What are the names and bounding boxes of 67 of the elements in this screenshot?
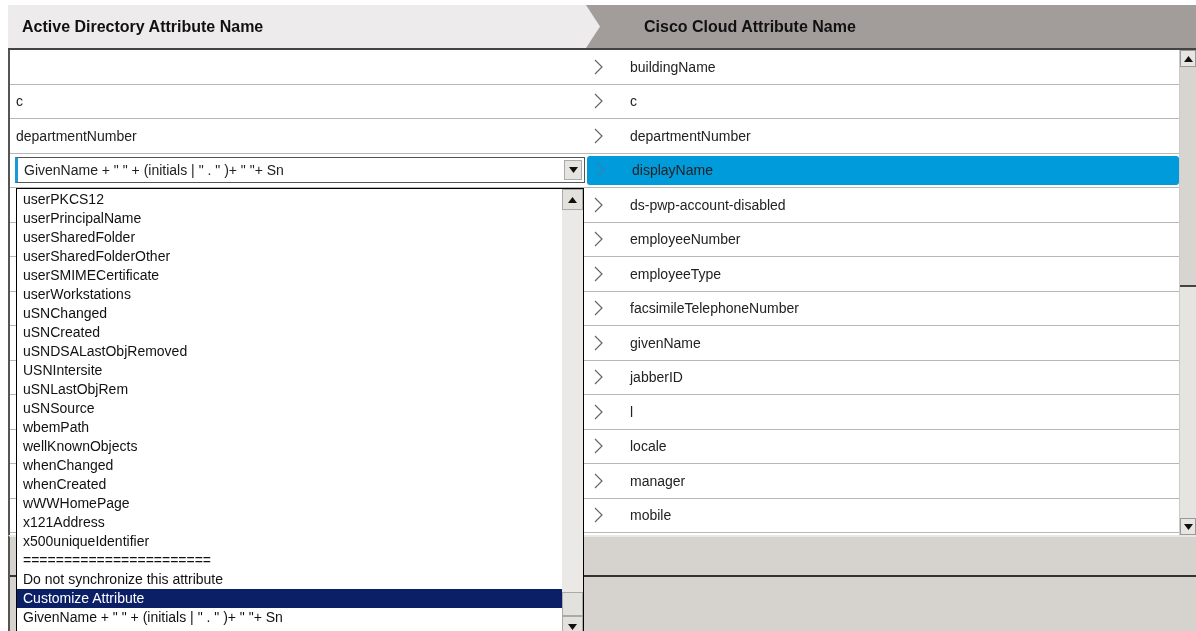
dropdown-option[interactable]: wWWHomePage (17, 494, 562, 513)
cloud-attribute: employeeNumber (630, 231, 741, 248)
dropdown-option[interactable]: whenChanged (17, 456, 562, 475)
cloud-column-header: Cisco Cloud Attribute Name (643, 17, 856, 36)
chevron-icon (594, 438, 604, 455)
dropdown-option[interactable]: Do not synchronize this attribute (17, 570, 562, 589)
dropdown-option[interactable]: userSharedFolder (17, 228, 562, 247)
chevron-icon (594, 369, 604, 386)
chevron-icon (594, 58, 604, 75)
chevron-icon (594, 196, 604, 213)
chevron-icon (596, 162, 606, 179)
dropdown-option[interactable]: userPrincipalName (17, 209, 562, 228)
chevron-icon (594, 231, 604, 248)
scroll-thumb[interactable] (1180, 67, 1196, 287)
dropdown-option[interactable]: uSNCreated (17, 323, 562, 342)
chevron-icon (594, 334, 604, 351)
selected-row-highlight[interactable]: displayName (587, 155, 1179, 185)
chevron-icon (594, 472, 604, 489)
chevron-icon (594, 507, 604, 524)
cloud-attribute: ds-pwp-account-disabled (630, 196, 786, 213)
scrollbar[interactable] (1179, 50, 1196, 535)
dropdown-option[interactable]: userPKCS12 (17, 190, 562, 209)
cloud-attribute: c (630, 93, 637, 110)
scroll-up-icon (1183, 55, 1193, 62)
scroll-down-icon (1183, 523, 1193, 530)
dropdown-option[interactable]: GivenName + " " + (initials | " . " )+ " "+ Sn (17, 608, 562, 627)
scroll-thumb[interactable] (562, 592, 583, 616)
dropdown-option[interactable]: Customize Attribute (17, 589, 562, 608)
ad-attribute: departmentNumber (16, 127, 137, 144)
dropdown-option[interactable]: uSNDSALastObjRemoved (17, 342, 562, 361)
cloud-attribute: locale (630, 438, 667, 455)
dropdown-option[interactable]: uSNChanged (17, 304, 562, 323)
caret-down-icon (568, 167, 578, 174)
dropdown-option[interactable]: ======================= (17, 551, 562, 570)
dropdown-option[interactable]: uSNLastObjRem (17, 380, 562, 399)
attribute-combo[interactable]: GivenName + " " + (initials | " . " )+ " "+ Sn (15, 157, 585, 184)
scroll-down-icon (568, 623, 577, 630)
dropdown-option[interactable]: whenCreated (17, 475, 562, 494)
dropdown-option[interactable]: userSharedFolderOther (17, 247, 562, 266)
cloud-attribute: givenName (630, 334, 701, 351)
cloud-attribute: displayName (632, 162, 713, 179)
dropdown-option[interactable]: USNIntersite (17, 361, 562, 380)
dropdown-option[interactable]: wellKnownObjects (17, 437, 562, 456)
dropdown-option[interactable]: x121Address (17, 513, 562, 532)
cloud-attribute: buildingName (630, 58, 716, 75)
cloud-attribute: facsimileTelephoneNumber (630, 300, 799, 317)
list-scrollbar[interactable] (562, 189, 583, 631)
scroll-up-icon (568, 196, 577, 203)
chevron-icon (594, 127, 604, 144)
cloud-attribute: mobile (630, 507, 672, 524)
cloud-attribute: jabberID (630, 369, 683, 386)
chevron-icon (594, 300, 604, 317)
dropdown-option[interactable]: uSNSource (17, 399, 562, 418)
dropdown-option[interactable]: wbemPath (17, 418, 562, 437)
cloud-attribute: departmentNumber (630, 127, 751, 144)
chevron-icon (594, 265, 604, 282)
dropdown-option[interactable]: userSMIMECertificate (17, 266, 562, 285)
cloud-attribute: manager (630, 472, 686, 489)
ad-attribute: c (16, 93, 23, 110)
dropdown-option[interactable]: userWorkstations (17, 285, 562, 304)
ad-column-header: Active Directory Attribute Name (8, 5, 600, 48)
cloud-attribute: employeeType (630, 265, 722, 282)
chevron-icon (594, 93, 604, 110)
dropdown-button[interactable] (564, 160, 582, 181)
cloud-attribute: l (630, 403, 634, 420)
dropdown-option[interactable]: x500uniqueIdentifier (17, 532, 562, 551)
chevron-icon (594, 403, 604, 420)
